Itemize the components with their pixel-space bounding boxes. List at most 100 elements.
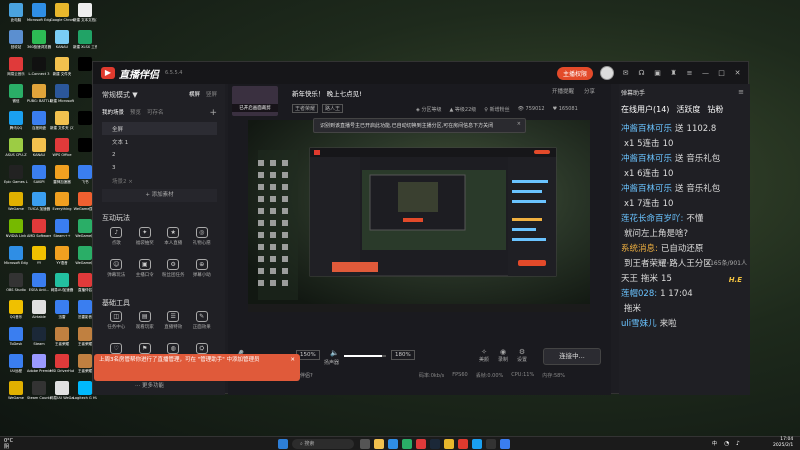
desktop-icon[interactable]: Steam++ <box>50 219 74 247</box>
desktop-icon[interactable]: KANAU <box>27 138 51 166</box>
desktop-icon[interactable]: WeGame <box>4 192 28 220</box>
desktop-icon[interactable]: PUBG: BATTLEGR... <box>27 84 51 112</box>
user-avatar[interactable] <box>600 66 614 80</box>
desktop-icon[interactable]: 网易云音乐 <box>4 57 28 85</box>
maximize-icon[interactable]: □ <box>717 69 726 77</box>
scene-item[interactable]: 场景2 × <box>102 174 217 187</box>
minimize-icon[interactable]: — <box>701 69 710 77</box>
add-material-button[interactable]: + 添加素材 <box>102 189 217 202</box>
wifi-icon[interactable]: ◔ <box>724 440 729 447</box>
desktop-icon[interactable]: 新建 Microsoft... <box>50 84 74 112</box>
desktop-icon[interactable]: 新建 文件夹 <box>50 57 74 85</box>
chrome-icon[interactable] <box>444 439 454 449</box>
tab-save[interactable]: 可存名 <box>147 108 164 118</box>
edge-icon[interactable] <box>388 439 398 449</box>
desktop-icon[interactable]: WeGame <box>4 381 28 409</box>
desktop-icon[interactable]: SAKIPI <box>27 165 51 193</box>
settings-button[interactable]: ⚙ 设置 <box>517 348 527 363</box>
desktop-icon[interactable]: Steam <box>27 327 51 355</box>
speaker-volume-value[interactable]: 180% <box>391 350 415 360</box>
anchor-permission-button[interactable]: 主播权限 <box>556 66 593 80</box>
desktop-icon[interactable]: Epic Games Launcher <box>4 165 28 193</box>
open-hint-button[interactable]: 开播提醒 <box>552 87 574 95</box>
headset-icon[interactable]: ☊ <box>637 69 646 77</box>
mode-select[interactable]: 常规模式 ▼ <box>102 90 138 100</box>
tool-item[interactable]: ⊕ 弹幕小助 <box>188 256 217 286</box>
desktop-icon[interactable]: YY <box>27 246 51 274</box>
desktop-icon[interactable]: ASUS CPU-Z <box>4 138 28 166</box>
desktop-icon[interactable]: 雷神加速器 <box>50 165 74 193</box>
desktop-icon[interactable]: 网易UU WeGame <box>50 381 74 409</box>
add-scene-button[interactable]: + <box>209 108 217 118</box>
tool-item[interactable]: ⚙ 粉丝团任务 <box>159 256 188 286</box>
stream-preview[interactable] <box>248 120 590 312</box>
tool-item[interactable]: ♪ 点歌 <box>102 224 131 254</box>
share-button[interactable]: 分享 <box>584 87 595 95</box>
go-live-button[interactable]: 连接中... <box>543 348 601 365</box>
desktop-icon[interactable]: Google Chrome <box>50 3 74 31</box>
tab-portrait[interactable]: 竖屏 <box>206 90 217 100</box>
clock[interactable]: 17:04 2025/2/1 <box>773 437 793 449</box>
desktop-icon[interactable]: 迅雷 <box>50 300 74 328</box>
beauty-button[interactable]: ✧ 美颜 <box>479 348 489 363</box>
message-icon[interactable]: ✉ <box>621 69 630 77</box>
live-companion-icon[interactable] <box>458 439 468 449</box>
desktop-icon[interactable]: 360极速浏览器X <box>27 30 51 58</box>
record-button[interactable]: ◉ 录制 <box>498 348 508 363</box>
desktop-icon[interactable]: 新建 XLSX 工作表 <box>73 30 97 58</box>
weather-widget[interactable]: 0°C 阴 <box>4 438 13 450</box>
todesk-icon[interactable] <box>500 439 510 449</box>
danmaku-menu-icon[interactable]: ≡ <box>738 88 744 96</box>
chat-user[interactable]: 莲花长命百岁吖: <box>621 214 683 224</box>
scene-item[interactable]: 文本 1 <box>102 135 217 148</box>
desktop-icon[interactable]: Microsoft Edge <box>27 3 51 31</box>
desktop-icon[interactable]: Airtable <box>27 300 51 328</box>
netease-music-icon[interactable] <box>416 439 426 449</box>
chat-user[interactable]: uli雪妹儿 <box>621 319 657 329</box>
desktop-icon[interactable]: 腾讯QQ <box>4 111 28 139</box>
tab-landscape[interactable]: 横屏 <box>189 90 200 100</box>
desktop-icon[interactable]: WPS Office <box>50 138 74 166</box>
tab-online-users[interactable]: 在线用户(14) <box>621 104 669 115</box>
desktop-icon[interactable]: QQ音乐 <box>4 300 28 328</box>
tool-item[interactable]: ☺ 弹幕玩法 <box>102 256 131 286</box>
desktop-icon[interactable]: 新建 文件夹 (2) <box>50 111 74 139</box>
cover-thumbnail[interactable]: 已开启画面裁剪 <box>232 86 278 116</box>
desktop-icon[interactable]: AMD Software <box>27 219 51 247</box>
obs-icon[interactable] <box>486 439 496 449</box>
steam-icon[interactable] <box>430 439 440 449</box>
scene-item[interactable]: 3 <box>102 161 217 174</box>
desktop-icon[interactable]: 回收站 <box>4 30 28 58</box>
desktop-icon[interactable]: Microsoft Edge <box>4 246 28 274</box>
stream-title[interactable]: 新年快乐！ 晚上七点见! <box>292 88 362 98</box>
chat-user[interactable]: 冲酱百林可乐 <box>621 184 672 194</box>
close-icon[interactable]: ✕ <box>733 69 742 77</box>
tool-item[interactable]: ▤ 观看玩家 <box>131 308 160 338</box>
desktop-icon[interactable]: 王者荣耀 <box>50 327 74 355</box>
desktop-icon[interactable]: Steam Counter... <box>27 381 51 409</box>
language-indicator[interactable]: 中 <box>712 440 717 447</box>
toast-close-icon[interactable]: ✕ <box>290 357 295 364</box>
tool-item[interactable]: ◎ 礼物心愿 <box>188 224 217 254</box>
tab-preview[interactable]: 预览 <box>130 108 141 118</box>
desktop-icon[interactable]: 此电脑 <box>4 3 28 31</box>
scene-item[interactable]: 2 <box>102 148 217 161</box>
chat-user[interactable]: 系统消息: <box>621 244 658 254</box>
tool-item[interactable]: ▣ 主播口令 <box>131 256 160 286</box>
tool-item[interactable]: ✎ 正面效果 <box>188 308 217 338</box>
desktop-icon[interactable]: NVIDIA Link <box>4 219 28 247</box>
desktop-icon[interactable]: YY语音 <box>50 246 74 274</box>
chat-user[interactable]: 天王 <box>621 274 638 284</box>
more-tools-link[interactable]: ··· 更多功能 <box>135 381 164 389</box>
desktop-icon[interactable]: ToDesk <box>4 327 28 355</box>
desktop-icon[interactable]: Adobe Premiere <box>27 354 51 382</box>
speaker-slider[interactable] <box>344 355 386 357</box>
file-explorer-icon[interactable] <box>374 439 384 449</box>
desktop-icon[interactable]: MSI DriverHub <box>50 354 74 382</box>
desktop-icon[interactable]: 网易UU加速器 <box>50 273 74 301</box>
tool-item[interactable]: ☰ 直播特效 <box>159 308 188 338</box>
scene-item[interactable]: 全屏 <box>102 122 217 135</box>
category-tag[interactable]: 路人王 <box>322 104 344 113</box>
tab-diamond-fans[interactable]: 钻粉 <box>707 104 723 115</box>
desktop-icon[interactable]: 新建 文本文档(2).txt <box>73 3 97 31</box>
